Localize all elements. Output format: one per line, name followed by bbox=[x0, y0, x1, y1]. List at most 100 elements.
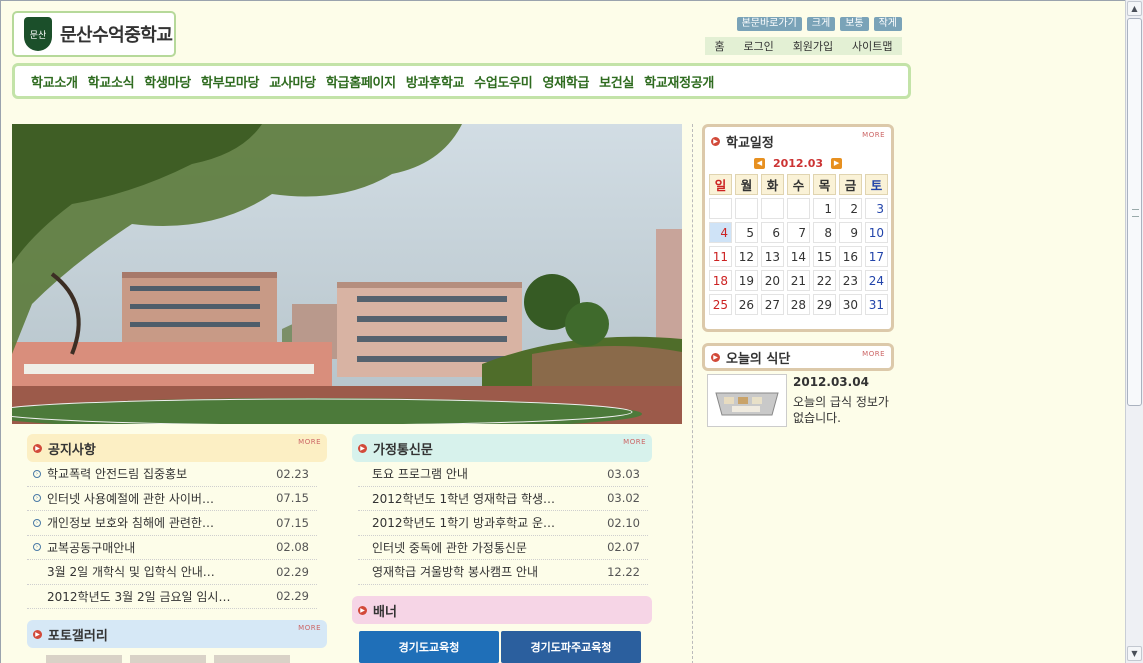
calendar-day[interactable]: 15 bbox=[813, 246, 836, 267]
list-item-title[interactable]: 인터넷 중독에 관한 가정통신문 bbox=[372, 539, 527, 556]
arrow-bullet-icon: ▶ bbox=[358, 443, 367, 453]
list-item-title[interactable]: 2012학년도 1학기 방과후학교 운… bbox=[372, 514, 555, 531]
nav-item-news[interactable]: 학교소식 bbox=[88, 72, 135, 91]
nav-item-health[interactable]: 보건실 bbox=[599, 72, 634, 91]
arrow-bullet-icon: ▶ bbox=[33, 443, 42, 453]
calendar-day[interactable]: 22 bbox=[813, 270, 836, 291]
calendar-day[interactable]: 26 bbox=[735, 294, 758, 315]
list-item-title[interactable]: 3월 2일 개학식 및 입학식 안내… bbox=[47, 563, 215, 580]
nav-item-gifted[interactable]: 영재학급 bbox=[542, 72, 589, 91]
nav-item-class-homepage[interactable]: 학급홈페이지 bbox=[326, 72, 396, 91]
login-link[interactable]: 로그인 bbox=[743, 38, 773, 54]
calendar-day[interactable]: 28 bbox=[787, 294, 810, 315]
home-link[interactable]: 홈 bbox=[714, 38, 724, 54]
calendar-day[interactable]: 20 bbox=[761, 270, 784, 291]
calendar-day[interactable]: 7 bbox=[787, 222, 810, 243]
calendar-day[interactable]: 21 bbox=[787, 270, 810, 291]
gallery-thumbnail[interactable] bbox=[130, 655, 206, 663]
list-item-title[interactable]: 교복공동구매안내 bbox=[47, 539, 135, 556]
calendar-day[interactable]: 16 bbox=[839, 246, 862, 267]
list-item[interactable]: 인터넷 중독에 관한 가정통신문 02.07 bbox=[358, 536, 648, 560]
nav-item-afterschool[interactable]: 방과후학교 bbox=[406, 72, 465, 91]
calendar-day[interactable]: 13 bbox=[761, 246, 784, 267]
banner-gyeonggi-office[interactable]: 경기도교육청 bbox=[359, 631, 499, 663]
calendar-day[interactable]: 12 bbox=[735, 246, 758, 267]
font-normal-button[interactable]: 보통 bbox=[840, 17, 869, 31]
gallery-thumbnail[interactable] bbox=[46, 655, 122, 663]
signup-link[interactable]: 회원가입 bbox=[793, 38, 833, 54]
calendar-day[interactable]: 23 bbox=[839, 270, 862, 291]
more-link[interactable]: MORE bbox=[298, 438, 321, 446]
nav-item-teachers[interactable]: 교사마당 bbox=[269, 72, 316, 91]
font-small-button[interactable]: 작게 bbox=[873, 17, 902, 31]
calendar-day[interactable]: 2 bbox=[839, 198, 862, 219]
calendar-week: 123 bbox=[709, 198, 888, 219]
calendar-day[interactable]: 25 bbox=[709, 294, 732, 315]
font-large-button[interactable]: 크게 bbox=[806, 17, 836, 31]
nav-item-finance[interactable]: 학교재정공개 bbox=[644, 72, 714, 91]
nav-item-parents[interactable]: 학부모마당 bbox=[201, 72, 260, 91]
calendar-day[interactable]: 10 bbox=[865, 222, 888, 243]
school-logo[interactable]: 문산 문산수억중학교 bbox=[12, 11, 176, 57]
gallery-thumbnail[interactable] bbox=[214, 655, 290, 663]
list-item[interactable]: 3월 2일 개학식 및 입학식 안내… 02.29 bbox=[27, 560, 317, 585]
more-link[interactable]: MORE bbox=[298, 624, 321, 632]
sitemap-link[interactable]: 사이트맵 bbox=[852, 38, 892, 54]
next-month-icon[interactable]: ▶ bbox=[831, 157, 843, 169]
list-item-title[interactable]: 토요 프로그램 안내 bbox=[372, 465, 468, 482]
calendar-day[interactable]: 24 bbox=[865, 270, 888, 291]
calendar-day[interactable]: 19 bbox=[735, 270, 758, 291]
list-item[interactable]: › 교복공동구매안내 02.08 bbox=[27, 536, 317, 560]
list-item[interactable]: 2012학년도 3월 2일 금요일 임시… 02.29 bbox=[27, 585, 317, 609]
list-item[interactable]: 2012학년도 1학기 방과후학교 운… 02.10 bbox=[358, 511, 648, 536]
scroll-up-arrow-icon[interactable]: ▲ bbox=[1127, 1, 1142, 16]
letters-header: ▶ 가정통신문 MORE bbox=[352, 434, 652, 462]
calendar-day[interactable]: 14 bbox=[787, 246, 810, 267]
arrow-bullet-icon: ▶ bbox=[711, 352, 720, 362]
list-item-title[interactable]: 인터넷 사용예절에 관한 사이버… bbox=[47, 490, 214, 507]
calendar-day[interactable]: 3 bbox=[865, 198, 888, 219]
vertical-scrollbar[interactable]: ▲ ▼ bbox=[1125, 0, 1143, 663]
scroll-thumb[interactable] bbox=[1127, 18, 1142, 406]
calendar-day[interactable]: 4 bbox=[709, 222, 732, 243]
calendar-day[interactable]: 29 bbox=[813, 294, 836, 315]
scroll-down-arrow-icon[interactable]: ▼ bbox=[1127, 646, 1142, 661]
banner-paju-office[interactable]: 경기도파주교육청 bbox=[501, 631, 641, 663]
more-link[interactable]: MORE bbox=[862, 131, 885, 139]
calendar-day[interactable]: 31 bbox=[865, 294, 888, 315]
skip-to-content-button[interactable]: 본문바로가기 bbox=[736, 17, 802, 31]
calendar-day[interactable]: 27 bbox=[761, 294, 784, 315]
nav-item-about[interactable]: 학교소개 bbox=[31, 72, 78, 91]
list-item[interactable]: 2012학년도 1학년 영재학급 학생… 03.02 bbox=[358, 487, 648, 511]
prev-month-icon[interactable]: ◀ bbox=[753, 157, 765, 169]
more-link[interactable]: MORE bbox=[862, 350, 885, 358]
calendar-day[interactable]: 5 bbox=[735, 222, 758, 243]
list-item[interactable]: › 인터넷 사용예절에 관한 사이버… 07.15 bbox=[27, 487, 317, 511]
calendar-day[interactable]: 9 bbox=[839, 222, 862, 243]
list-item[interactable]: 토요 프로그램 안내 03.03 bbox=[358, 462, 648, 487]
scroll-grip-icon bbox=[1132, 209, 1139, 217]
weekday-label: 월 bbox=[735, 174, 758, 195]
calendar-day[interactable]: 18 bbox=[709, 270, 732, 291]
nav-item-class-helper[interactable]: 수업도우미 bbox=[474, 72, 533, 91]
list-item[interactable]: › 학교폭력 안전드림 집중홍보 02.23 bbox=[27, 462, 317, 487]
list-item-title[interactable]: 2012학년도 3월 2일 금요일 임시… bbox=[47, 588, 230, 605]
list-item-title[interactable]: 영재학급 겨울방학 봉사캠프 안내 bbox=[372, 563, 538, 580]
list-item-title[interactable]: 학교폭력 안전드림 집중홍보 bbox=[47, 465, 187, 482]
calendar-day[interactable]: 6 bbox=[761, 222, 784, 243]
calendar-day[interactable]: 11 bbox=[709, 246, 732, 267]
calendar-day[interactable]: 8 bbox=[813, 222, 836, 243]
weekday-label: 토 bbox=[865, 174, 888, 195]
nav-item-students[interactable]: 학생마당 bbox=[144, 72, 191, 91]
list-item[interactable]: › 개인정보 보호와 침해에 관련한… 07.15 bbox=[27, 511, 317, 536]
school-emblem-icon: 문산 bbox=[24, 17, 52, 51]
more-link[interactable]: MORE bbox=[623, 438, 646, 446]
calendar-day[interactable]: 30 bbox=[839, 294, 862, 315]
list-item[interactable]: 영재학급 겨울방학 봉사캠프 안내 12.22 bbox=[358, 560, 648, 585]
calendar-day[interactable]: 17 bbox=[865, 246, 888, 267]
list-item-title[interactable]: 2012학년도 1학년 영재학급 학생… bbox=[372, 490, 555, 507]
calendar-body: 1 2 3 4 5 6 7 8 9 10 11 12 13 14 15 16 17 18 19 20 21 22 23 24 2… bbox=[709, 198, 888, 315]
school-calendar: ▶ 학교일정 MORE ◀ 2012.03 ▶ 일월화수목금토 12345678… bbox=[702, 124, 894, 332]
calendar-day[interactable]: 1 bbox=[813, 198, 836, 219]
list-item-title[interactable]: 개인정보 보호와 침해에 관련한… bbox=[47, 514, 214, 531]
